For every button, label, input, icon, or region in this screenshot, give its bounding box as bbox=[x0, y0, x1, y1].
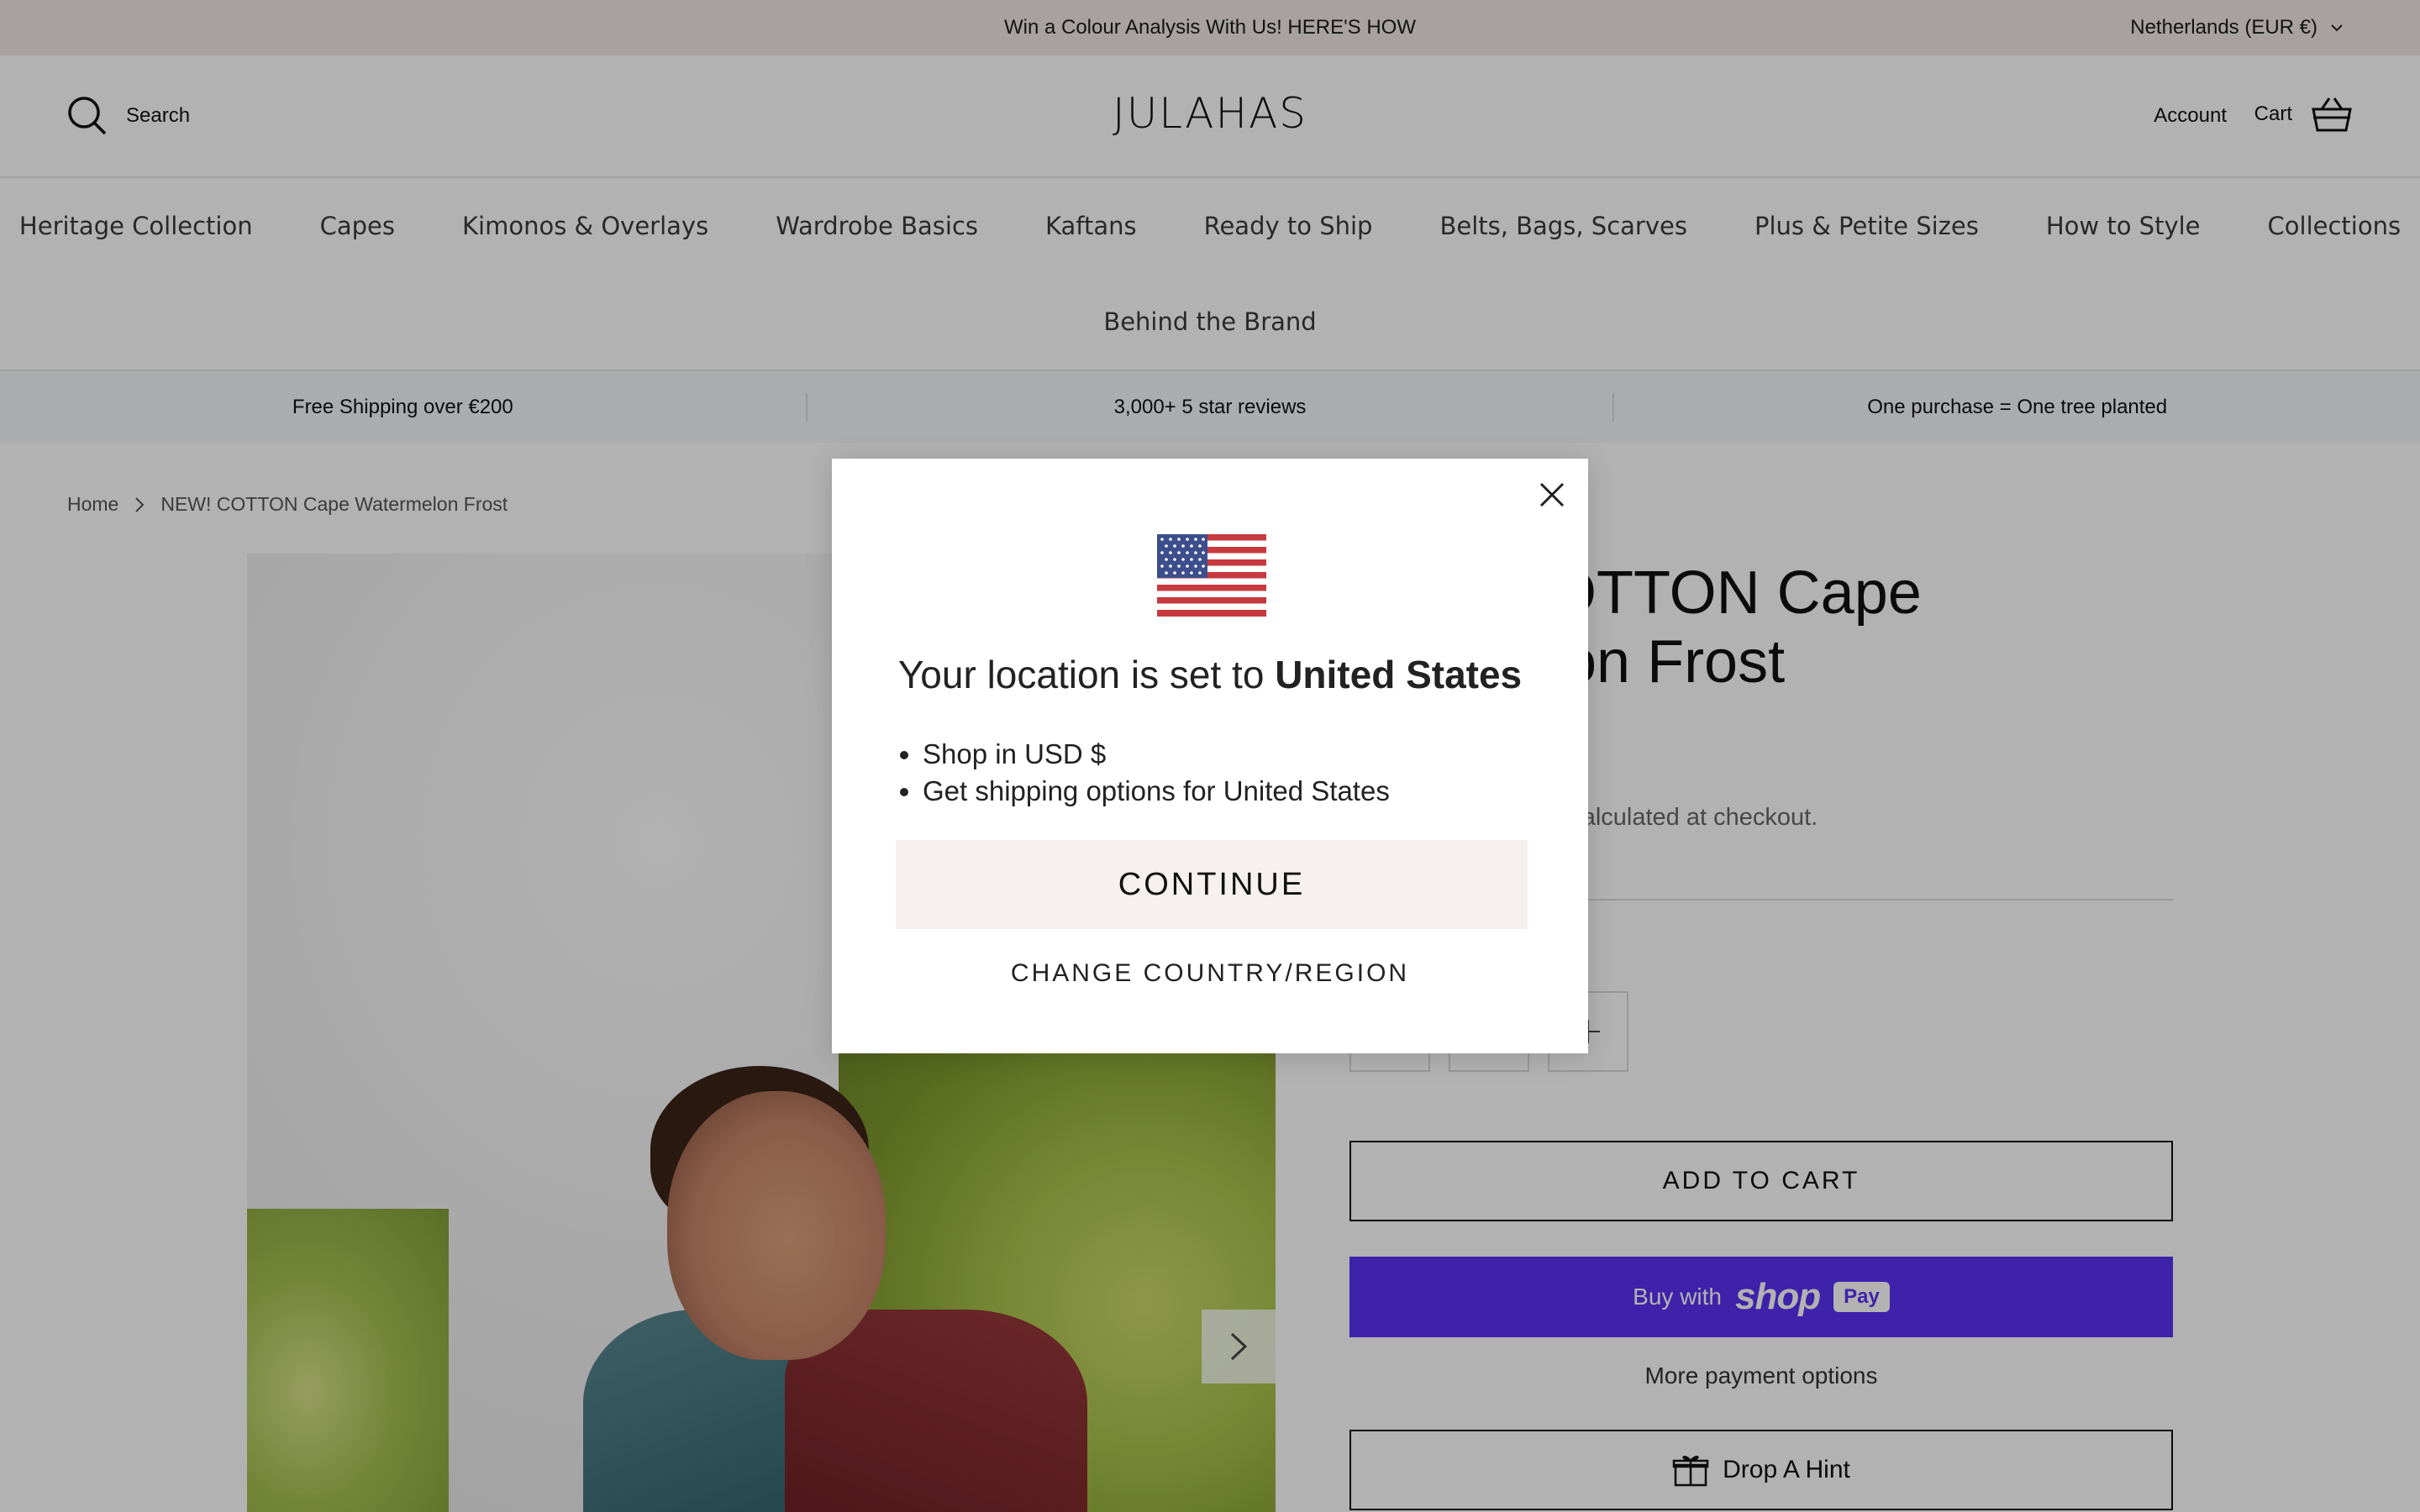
close-button[interactable] bbox=[1533, 475, 1571, 514]
location-headline-prefix: Your location is set to bbox=[897, 653, 1276, 696]
us-flag-icon bbox=[1157, 534, 1266, 617]
location-benefits-list: Shop in USD $ Get shipping options for U… bbox=[923, 736, 1390, 810]
list-item: Get shipping options for United States bbox=[923, 773, 1390, 810]
list-item: Shop in USD $ bbox=[923, 736, 1390, 773]
location-country: United States bbox=[1275, 653, 1523, 696]
location-headline: Your location is set to United States bbox=[832, 652, 1588, 697]
change-country-link[interactable]: CHANGE COUNTRY/REGION bbox=[832, 959, 1588, 988]
continue-button[interactable]: CONTINUE bbox=[896, 840, 1528, 929]
close-icon bbox=[1539, 482, 1565, 507]
location-modal: Your location is set to United States Sh… bbox=[832, 459, 1588, 1053]
